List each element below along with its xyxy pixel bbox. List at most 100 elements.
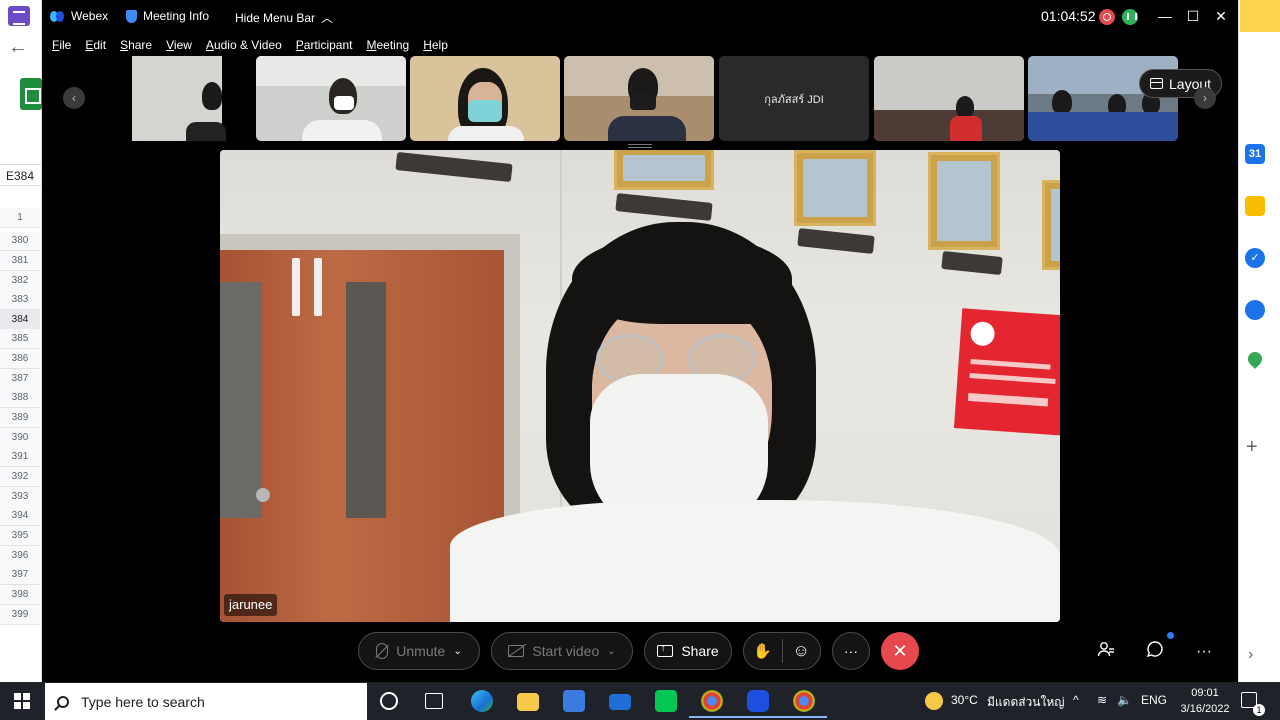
row-header[interactable]: 395	[0, 526, 40, 546]
weather-description[interactable]: มีแดดส่วนใหญ่	[987, 693, 1065, 712]
name-box[interactable]: E384	[0, 164, 42, 186]
row-header[interactable]: 1	[0, 208, 40, 228]
hand-reactions-group: ✋ ☺	[743, 632, 821, 670]
recording-icon[interactable]	[1099, 9, 1115, 25]
more-icon: ···	[844, 643, 858, 659]
participant-thumbnail[interactable]	[102, 56, 252, 141]
input-language[interactable]: ENG	[1141, 693, 1167, 707]
meeting-info-button[interactable]: Meeting Info	[126, 9, 209, 23]
row-header[interactable]: 384	[0, 310, 40, 330]
participant-thumbnail-no-video[interactable]: กุลภัสสร์ JDI	[719, 56, 869, 141]
camera-off-icon	[508, 645, 525, 657]
participant-name-label: กุลภัสสร์ JDI	[764, 94, 824, 106]
chrome-icon[interactable]	[689, 690, 735, 718]
weather-icon[interactable]	[925, 692, 943, 710]
row-header[interactable]: 398	[0, 585, 40, 605]
row-header[interactable]: 396	[0, 546, 40, 566]
active-speaker-video[interactable]: jarunee	[220, 150, 1060, 622]
menu-item[interactable]: Help	[423, 38, 448, 52]
contacts-icon[interactable]	[1245, 300, 1265, 320]
forms-icon[interactable]	[8, 6, 30, 26]
more-options-button[interactable]: ···	[832, 632, 870, 670]
row-header[interactable]: 399	[0, 605, 40, 625]
row-header[interactable]: 388	[0, 388, 40, 408]
search-icon	[57, 695, 69, 708]
filmstrip-next-button[interactable]: ›	[1194, 87, 1216, 109]
row-header[interactable]: 385	[0, 329, 40, 349]
participant-thumbnail[interactable]	[564, 56, 714, 141]
windows-start-icon[interactable]	[14, 693, 30, 709]
raise-hand-icon[interactable]: ✋	[744, 642, 782, 660]
chevron-down-icon[interactable]: ⌄	[607, 646, 615, 657]
maximize-button[interactable]: ☐	[1184, 6, 1202, 26]
taskbar-search-input[interactable]: Type here to search	[45, 683, 367, 720]
filmstrip-prev-button[interactable]: ‹	[63, 87, 85, 109]
wifi-icon[interactable]: ≋	[1097, 693, 1107, 707]
volume-icon[interactable]: 🔈	[1117, 693, 1132, 707]
row-header[interactable]: 380	[0, 231, 40, 251]
close-button[interactable]: ✕	[1212, 6, 1230, 26]
row-header[interactable]: 394	[0, 506, 40, 526]
background-side-panel	[1238, 0, 1280, 682]
reactions-icon[interactable]: ☺	[782, 641, 820, 661]
row-header[interactable]: 393	[0, 487, 40, 507]
menu-item[interactable]: Participant	[296, 38, 353, 52]
filmstrip-resize-handle[interactable]	[628, 144, 652, 148]
cortana-icon[interactable]	[380, 692, 398, 710]
chevron-down-icon[interactable]: ⌄	[453, 646, 461, 657]
row-header[interactable]: 391	[0, 447, 40, 467]
more-panels-icon[interactable]: ···	[1192, 640, 1216, 664]
windows-taskbar: Type here to search 30°C มีแดดส่วนใหญ่ ^…	[0, 682, 1280, 720]
participant-filmstrip: ‹ กุลภัสสร์ JDI Layout ›	[42, 56, 1238, 142]
chrome-icon[interactable]	[781, 690, 827, 718]
row-header[interactable]: 383	[0, 290, 40, 310]
chat-panel-icon[interactable]	[1143, 640, 1167, 664]
connection-stats-icon[interactable]	[1122, 9, 1138, 25]
menu-bar: File Edit Share View Audio & Video Participan…	[42, 34, 1238, 56]
row-header[interactable]: 397	[0, 565, 40, 585]
tray-overflow-icon[interactable]: ^	[1073, 693, 1079, 707]
participant-thumbnail[interactable]	[410, 56, 560, 141]
row-header[interactable]: 390	[0, 428, 40, 448]
unmute-button[interactable]: Unmute ⌄	[358, 632, 480, 670]
menu-item[interactable]: Share	[120, 38, 152, 52]
end-meeting-button[interactable]: ✕	[881, 632, 919, 670]
task-view-icon[interactable]	[425, 693, 443, 709]
participants-panel-icon[interactable]	[1094, 640, 1118, 664]
minimize-button[interactable]: —	[1156, 6, 1174, 26]
menu-item[interactable]: View	[166, 38, 192, 52]
keep-icon[interactable]	[1245, 196, 1265, 216]
row-header[interactable]: 392	[0, 467, 40, 487]
webex-taskbar-icon[interactable]	[735, 690, 781, 718]
row-header[interactable]: 386	[0, 349, 40, 369]
row-header[interactable]: 381	[0, 251, 40, 271]
system-clock[interactable]: 09:01 3/16/2022	[1170, 685, 1240, 717]
add-addon-icon[interactable]: +	[1246, 436, 1258, 459]
hide-menu-bar-label: Hide Menu Bar	[235, 10, 316, 25]
start-video-button[interactable]: Start video ⌄	[491, 632, 633, 670]
hide-menu-bar-button[interactable]: Hide Menu Bar ︿	[235, 9, 333, 26]
menu-item[interactable]: File	[52, 38, 71, 52]
file-explorer-icon[interactable]	[517, 693, 539, 711]
calendar-icon[interactable]: 31	[1245, 144, 1265, 164]
meeting-info-label: Meeting Info	[143, 9, 210, 23]
menu-item[interactable]: Meeting	[367, 38, 410, 52]
participant-thumbnail[interactable]	[874, 56, 1024, 141]
share-button[interactable]: Share	[644, 632, 732, 670]
menu-item[interactable]: Audio & Video	[206, 38, 282, 52]
line-icon[interactable]	[655, 690, 677, 712]
row-header[interactable]: 387	[0, 369, 40, 389]
back-arrow-icon[interactable]: ←	[8, 36, 28, 59]
row-header[interactable]: 389	[0, 408, 40, 428]
row-header[interactable]: 382	[0, 271, 40, 291]
participant-thumbnail[interactable]	[256, 56, 406, 141]
meeting-controls: Unmute ⌄ Start video ⌄ Share ✋ ☺ ··· ✕	[42, 624, 1238, 682]
expand-panel-icon[interactable]: ›	[1248, 646, 1253, 664]
edge-icon[interactable]	[471, 690, 493, 712]
store-icon[interactable]	[563, 690, 585, 712]
weather-temperature[interactable]: 30°C	[951, 693, 978, 707]
tasks-icon[interactable]: ✓	[1245, 248, 1265, 268]
sheets-logo-icon	[20, 78, 42, 110]
mail-icon[interactable]	[609, 694, 631, 710]
menu-item[interactable]: Edit	[85, 38, 106, 52]
